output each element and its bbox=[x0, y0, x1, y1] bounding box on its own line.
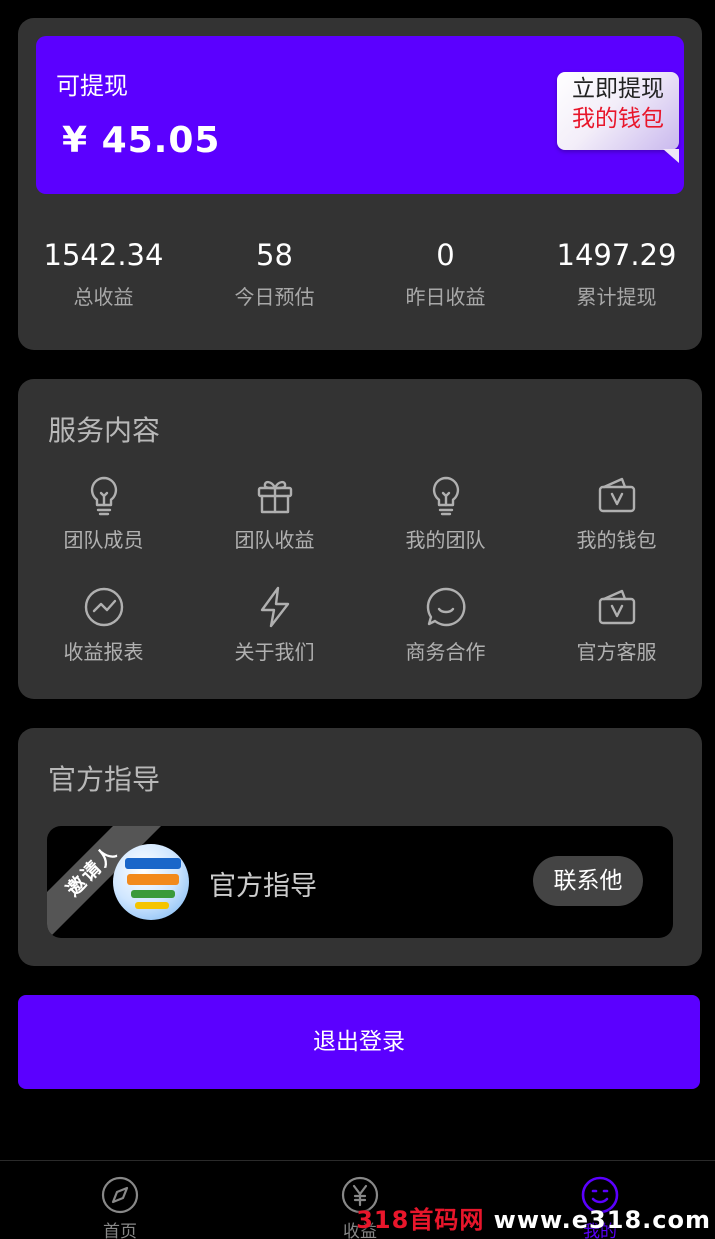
stat-value: 58 bbox=[256, 238, 293, 272]
service-label: 收益报表 bbox=[63, 640, 144, 664]
stat-value: 1497.29 bbox=[556, 238, 677, 272]
chart-circle-icon bbox=[82, 585, 126, 629]
service-label: 关于我们 bbox=[234, 640, 315, 664]
service-official-support[interactable]: 官方客服 bbox=[531, 585, 702, 697]
stat-label: 今日预估 bbox=[234, 285, 315, 309]
compass-icon bbox=[100, 1175, 140, 1215]
stat-label: 累计提现 bbox=[576, 285, 657, 309]
stat-value: 0 bbox=[436, 238, 455, 272]
stat-label: 昨日收益 bbox=[405, 285, 486, 309]
guide-name: 官方指导 bbox=[209, 871, 317, 902]
services-title: 服务内容 bbox=[48, 414, 161, 447]
stat-value: 1542.34 bbox=[43, 238, 164, 272]
service-label: 官方客服 bbox=[576, 640, 657, 664]
service-label: 团队成员 bbox=[63, 528, 144, 552]
lightbulb-icon bbox=[82, 473, 126, 517]
stats-row: 1542.34 总收益 58 今日预估 0 昨日收益 1497.29 累计提现 bbox=[18, 236, 702, 316]
watermark: 318首码网 www.e318.com bbox=[356, 1200, 711, 1235]
services-card: 服务内容 团队成员 团队收益 我的团队 我的钱包 收益报表 关于我们 商务合作 … bbox=[18, 379, 702, 699]
wallet-card: 可提现 ¥ 45.05 立即提现 我的钱包 1542.34 总收益 58 今日预… bbox=[18, 18, 702, 350]
avatar bbox=[113, 844, 189, 920]
balance-amount: ¥ 45.05 bbox=[62, 120, 221, 161]
service-business-cooperation[interactable]: 商务合作 bbox=[360, 585, 531, 697]
wallet-icon bbox=[595, 585, 639, 629]
withdraw-button[interactable]: 立即提现 我的钱包 bbox=[557, 72, 679, 163]
lightbulb-icon bbox=[424, 473, 468, 517]
stat-total-income: 1542.34 总收益 bbox=[18, 236, 189, 316]
service-about-us[interactable]: 关于我们 bbox=[189, 585, 360, 697]
service-team-income[interactable]: 团队收益 bbox=[189, 473, 360, 585]
balance-banner: 可提现 ¥ 45.05 立即提现 我的钱包 bbox=[36, 36, 684, 194]
watermark-url: www.e318.com bbox=[484, 1206, 711, 1234]
withdraw-button-label: 立即提现 bbox=[572, 76, 664, 102]
guide-title: 官方指导 bbox=[48, 763, 161, 796]
stat-total-withdrawn: 1497.29 累计提现 bbox=[531, 236, 702, 316]
service-my-team[interactable]: 我的团队 bbox=[360, 473, 531, 585]
services-grid: 团队成员 团队收益 我的团队 我的钱包 收益报表 关于我们 商务合作 官方客服 bbox=[18, 473, 702, 697]
withdrawable-label: 可提现 bbox=[56, 72, 128, 100]
wallet-icon bbox=[595, 473, 639, 517]
service-label: 我的团队 bbox=[405, 528, 486, 552]
nav-label: 首页 bbox=[103, 1222, 137, 1239]
stat-today-estimate: 58 今日预估 bbox=[189, 236, 360, 316]
gift-icon bbox=[253, 473, 297, 517]
nav-item-home[interactable]: 首页 bbox=[60, 1175, 180, 1239]
chat-icon bbox=[424, 585, 468, 629]
logout-button[interactable]: 退出登录 bbox=[18, 995, 700, 1089]
lightning-icon bbox=[253, 585, 297, 629]
contact-button[interactable]: 联系他 bbox=[533, 856, 643, 906]
guide-row: 邀请人 官方指导 联系他 bbox=[47, 826, 673, 938]
service-label: 我的钱包 bbox=[576, 528, 657, 552]
stat-label: 总收益 bbox=[73, 285, 134, 309]
service-income-report[interactable]: 收益报表 bbox=[18, 585, 189, 697]
service-label: 商务合作 bbox=[405, 640, 486, 664]
my-wallet-label: 我的钱包 bbox=[572, 106, 664, 132]
service-label: 团队收益 bbox=[234, 528, 315, 552]
service-my-wallet[interactable]: 我的钱包 bbox=[531, 473, 702, 585]
guide-card: 官方指导 邀请人 官方指导 联系他 bbox=[18, 728, 702, 966]
watermark-site-name: 318首码网 bbox=[356, 1206, 485, 1234]
service-team-members[interactable]: 团队成员 bbox=[18, 473, 189, 585]
stat-yesterday-income: 0 昨日收益 bbox=[360, 236, 531, 316]
